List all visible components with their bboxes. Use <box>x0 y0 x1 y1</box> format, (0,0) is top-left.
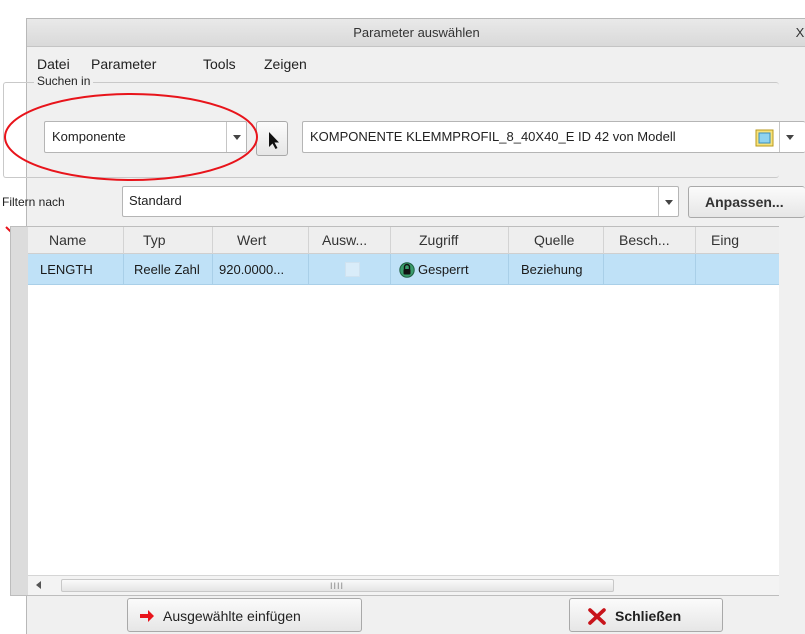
cell-type: Reelle Zahl <box>124 254 213 285</box>
cell-source: Beziehung <box>509 254 604 285</box>
designated-checkbox[interactable] <box>345 262 360 277</box>
parameter-table: Name Typ Wert Ausw... Zugriff Quelle Bes… <box>10 226 779 596</box>
column-header-value[interactable]: Wert <box>213 227 309 254</box>
row-header-gutter <box>11 227 28 595</box>
cell-description <box>604 254 696 285</box>
cell-designated <box>309 254 391 285</box>
cell-value: 920.0000... <box>213 254 309 285</box>
filter-select-value: Standard <box>129 193 182 208</box>
column-header-access[interactable]: Zugriff <box>391 227 509 254</box>
customize-button[interactable]: Anpassen... <box>688 186 805 218</box>
insert-selected-label: Ausgewählte einfügen <box>163 608 301 624</box>
cell-access: Gesperrt <box>391 254 509 285</box>
cell-input <box>696 254 779 285</box>
close-x-icon <box>588 608 606 625</box>
cell-access-label: Gesperrt <box>418 262 469 277</box>
column-header-source[interactable]: Quelle <box>509 227 604 254</box>
filter-label: Filtern nach <box>2 195 65 209</box>
chevron-down-icon <box>664 199 673 205</box>
column-header-input[interactable]: Eing <box>696 227 779 254</box>
close-button[interactable]: Schließen <box>569 598 723 632</box>
annotation-ellipse <box>4 93 258 181</box>
scroll-left-icon[interactable] <box>36 581 41 589</box>
insert-selected-button[interactable]: Ausgewählte einfügen <box>127 598 362 632</box>
table-header: Name Typ Wert Ausw... Zugriff Quelle Bes… <box>28 227 779 254</box>
column-header-designated[interactable]: Ausw... <box>309 227 391 254</box>
cell-name: LENGTH <box>28 254 124 285</box>
filter-dropdown-arrow[interactable] <box>658 187 678 216</box>
scroll-grip: IIII <box>330 581 345 591</box>
table-row[interactable]: LENGTH Reelle Zahl 920.0000... Gesperrt … <box>28 254 779 285</box>
column-header-name[interactable]: Name <box>28 227 124 254</box>
lock-icon <box>399 262 415 278</box>
scroll-thumb[interactable]: IIII <box>61 579 614 592</box>
customize-button-label: Anpassen... <box>705 194 784 210</box>
horizontal-scrollbar[interactable]: IIII <box>28 575 779 595</box>
column-header-description[interactable]: Besch... <box>604 227 696 254</box>
close-button-label: Schließen <box>615 608 682 624</box>
column-header-type[interactable]: Typ <box>124 227 213 254</box>
arrow-right-icon <box>140 610 154 622</box>
filter-select[interactable]: Standard <box>122 186 679 217</box>
